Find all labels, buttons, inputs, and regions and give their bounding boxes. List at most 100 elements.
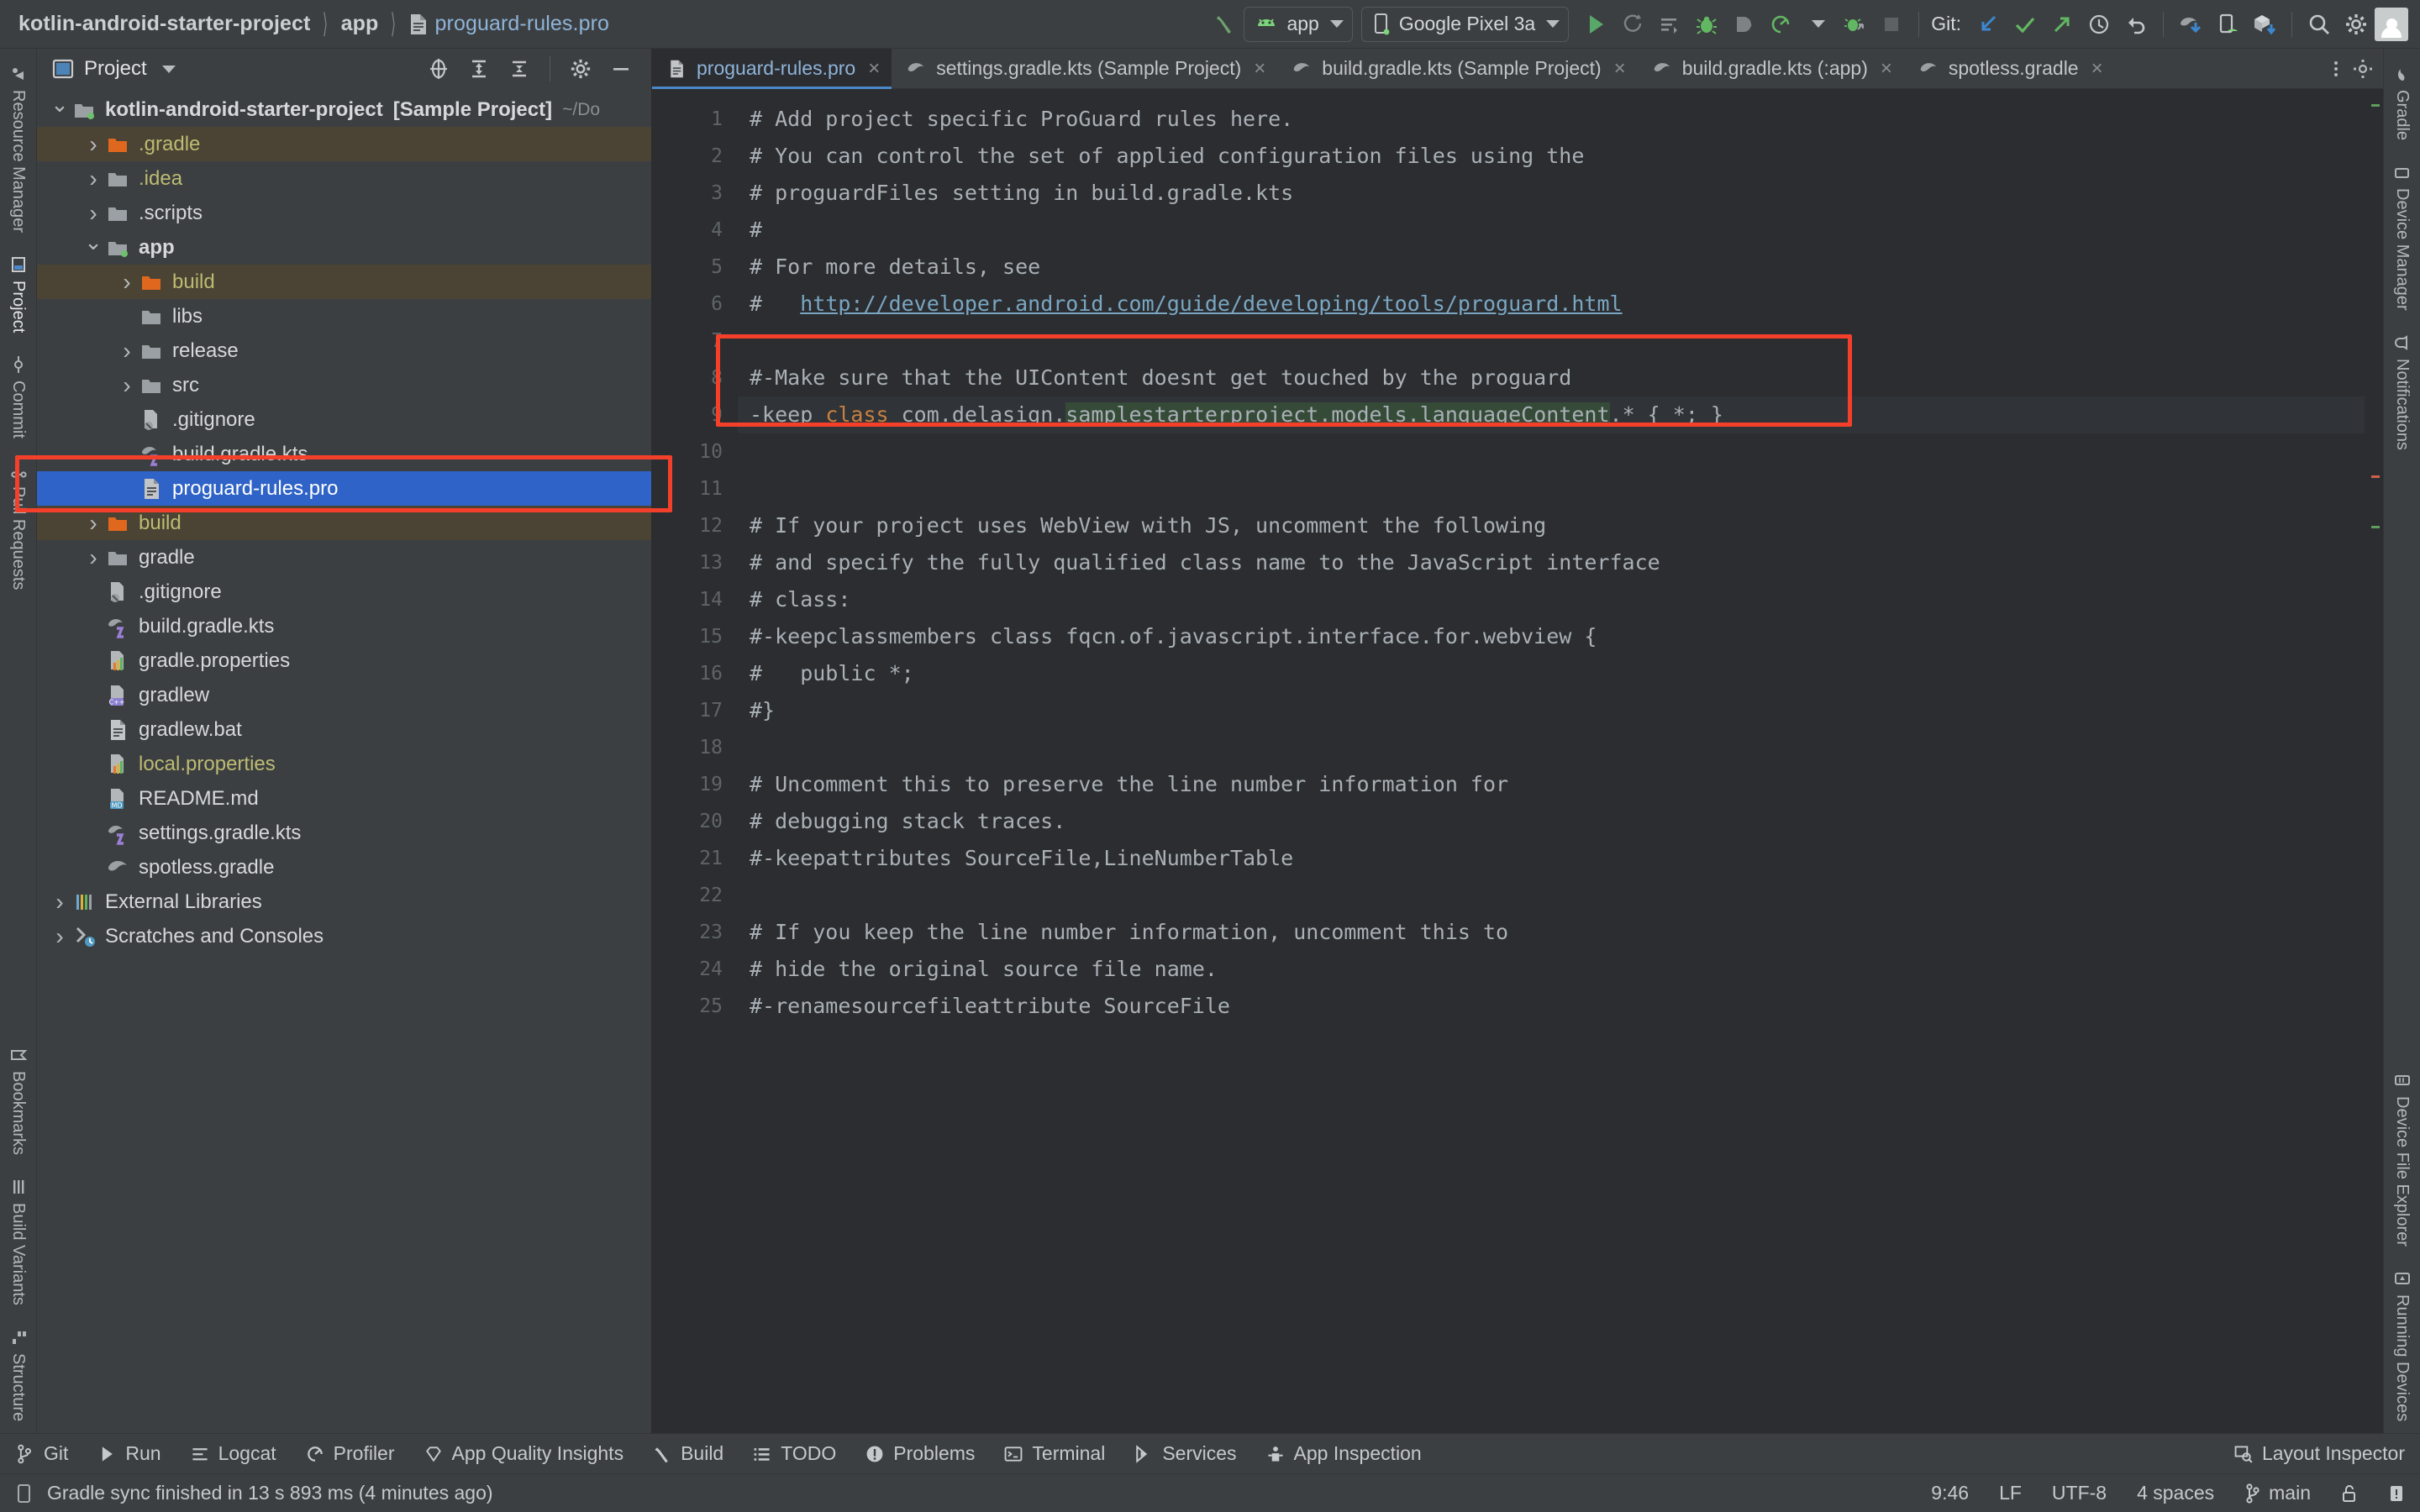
avatar-icon[interactable] — [2375, 7, 2408, 41]
tool-window-build[interactable]: Build — [652, 1442, 723, 1465]
gear-icon[interactable] — [2338, 6, 2375, 43]
code-line[interactable] — [738, 877, 2383, 914]
tree-item--gradle[interactable]: .gradle — [37, 127, 651, 161]
code-line[interactable]: # — [738, 212, 2383, 249]
code-line[interactable] — [738, 470, 2383, 507]
close-icon[interactable]: × — [2091, 57, 2103, 81]
code-line[interactable]: # and specify the fully qualified class … — [738, 544, 2383, 581]
sidebar-item-gradle[interactable]: Gradle — [2392, 54, 2412, 152]
tree-item--gitignore[interactable]: .gitignore — [37, 402, 651, 437]
tree-item-libs[interactable]: libs — [37, 299, 651, 333]
tree-item-release[interactable]: release — [37, 333, 651, 368]
tree-item-proguard-rules-pro[interactable]: proguard-rules.pro — [37, 471, 651, 506]
undo-icon[interactable] — [2118, 6, 2154, 43]
tool-window-todo[interactable]: TODO — [752, 1442, 836, 1465]
chevron-right-icon[interactable] — [82, 131, 104, 158]
tree-item-readme-md[interactable]: MD README.md — [37, 781, 651, 816]
code-content[interactable]: # Add project specific ProGuard rules he… — [738, 89, 2383, 1433]
chevron-down-icon[interactable] — [49, 97, 71, 123]
run-configuration-selector[interactable]: app — [1244, 6, 1353, 42]
status-line-separator[interactable]: LF — [1999, 1482, 2022, 1504]
tree-item-local-properties[interactable]: local.properties — [37, 747, 651, 781]
notification-alert-icon[interactable] — [2388, 1484, 2405, 1503]
editor-scrollbar[interactable] — [2365, 89, 2383, 1433]
code-viewport[interactable]: 1 2 3 4 5 6 7 8 9 10 11 12 13 14 15 16 17 18 19 20 21 22 23 24 2… — [652, 89, 2383, 1433]
tree-item-spotless-gradle[interactable]: spotless.gradle — [37, 850, 651, 885]
select-opened-file-icon[interactable] — [420, 50, 457, 87]
code-line[interactable]: # Uncomment this to preserve the line nu… — [738, 766, 2383, 803]
tree-item--gitignore[interactable]: .gitignore — [37, 575, 651, 609]
code-line[interactable]: # Add project specific ProGuard rules he… — [738, 101, 2383, 138]
code-line[interactable]: # public *; — [738, 655, 2383, 692]
code-line[interactable]: # For more details, see — [738, 249, 2383, 286]
debug-icon[interactable] — [1688, 6, 1725, 43]
code-line[interactable]: # http://developer.android.com/guide/dev… — [738, 286, 2383, 323]
device-selector[interactable]: Google Pixel 3a — [1360, 6, 1570, 42]
tool-window-problems[interactable]: Problems — [865, 1442, 975, 1465]
code-line[interactable]: #-keepattributes SourceFile,LineNumberTa… — [738, 840, 2383, 877]
apply-code-changes-icon[interactable] — [1651, 6, 1688, 43]
code-line[interactable]: #} — [738, 692, 2383, 729]
git-history-icon[interactable] — [2081, 6, 2118, 43]
tool-window-services[interactable]: Services — [1134, 1442, 1237, 1465]
tree-item-src[interactable]: src — [37, 368, 651, 402]
sidebar-item-running-devices[interactable]: Running Devices — [2392, 1258, 2412, 1433]
close-icon[interactable]: × — [1254, 57, 1265, 81]
code-line[interactable]: # If your project uses WebView with JS, … — [738, 507, 2383, 544]
code-line[interactable]: #-renamesourcefileattribute SourceFile — [738, 988, 2383, 1025]
tool-window-layout-inspector[interactable]: Layout Inspector — [2233, 1442, 2405, 1465]
run-icon[interactable] — [1577, 6, 1614, 43]
search-icon[interactable] — [2301, 6, 2338, 43]
status-branch[interactable]: main — [2244, 1482, 2311, 1504]
sidebar-item-project[interactable]: Project — [8, 244, 28, 344]
device-manager-icon[interactable] — [2209, 6, 2246, 43]
chevron-down-icon[interactable] — [82, 234, 104, 260]
chevron-right-icon[interactable] — [49, 889, 71, 916]
code-line[interactable] — [738, 729, 2383, 766]
tool-window-run[interactable]: Run — [97, 1442, 161, 1465]
tree-item-build[interactable]: build — [37, 506, 651, 540]
chevron-right-icon[interactable] — [116, 269, 138, 296]
tool-window-terminal[interactable]: Terminal — [1003, 1442, 1105, 1465]
project-tree[interactable]: kotlin-android-starter-project [Sample Pr… — [37, 89, 651, 1433]
code-line[interactable]: # hide the original source file name. — [738, 951, 2383, 988]
expand-all-icon[interactable] — [460, 50, 497, 87]
close-icon[interactable]: × — [1614, 57, 1626, 81]
code-line[interactable]: # debugging stack traces. — [738, 803, 2383, 840]
tab-build-gradle-kts-app-[interactable]: build.gradle.kts (:app) × — [1638, 49, 1904, 88]
git-commit-icon[interactable] — [2007, 6, 2044, 43]
editor-settings-icon[interactable] — [2353, 59, 2373, 79]
sidebar-item-structure[interactable]: Structure — [8, 1317, 28, 1433]
code-line[interactable]: # proguardFiles setting in build.gradle.… — [738, 175, 2383, 212]
tab-settings-gradle-kts-sample-project-[interactable]: settings.gradle.kts (Sample Project) × — [892, 49, 1277, 88]
gradle-sync-icon[interactable] — [2172, 6, 2209, 43]
tree-item-settings-gradle-kts[interactable]: settings.gradle.kts — [37, 816, 651, 850]
sidebar-item-pull-requests[interactable]: Pull Requests — [8, 450, 28, 601]
tool-window-app-inspection[interactable]: App Inspection — [1265, 1442, 1422, 1465]
close-icon[interactable]: × — [868, 57, 880, 81]
chevron-down-icon[interactable] — [1799, 6, 1836, 43]
tool-window-bar[interactable]: Git Run Logcat Profiler App Quality Insights… — [0, 1433, 2420, 1473]
code-line[interactable] — [738, 433, 2383, 470]
tree-item-app[interactable]: app — [37, 230, 651, 265]
code-line[interactable]: # You can control the set of applied con… — [738, 138, 2383, 175]
tool-window-logcat[interactable]: Logcat — [190, 1442, 276, 1465]
tree-item--idea[interactable]: .idea — [37, 161, 651, 196]
sidebar-item-bookmarks[interactable]: Bookmarks — [8, 1035, 28, 1167]
editor-tabs[interactable]: proguard-rules.pro × settings.gradle.kts (… — [652, 49, 2383, 89]
status-encoding[interactable]: UTF-8 — [2052, 1482, 2107, 1504]
tree-item-external-libraries[interactable]: External Libraries — [37, 885, 651, 919]
tree-item-gradlew-bat[interactable]: gradlew.bat — [37, 712, 651, 747]
more-options-icon[interactable] — [2326, 59, 2346, 79]
debug-with-coverage-icon[interactable] — [1836, 6, 1873, 43]
profiler-icon[interactable] — [1762, 6, 1799, 43]
tree-item--scripts[interactable]: .scripts — [37, 196, 651, 230]
tab-proguard-rules-pro[interactable]: proguard-rules.pro × — [652, 49, 892, 89]
status-indent[interactable]: 4 spaces — [2137, 1482, 2214, 1504]
sidebar-item-commit[interactable]: Commit — [8, 344, 28, 450]
apply-changes-restart-icon[interactable] — [1614, 6, 1651, 43]
code-line[interactable]: # class: — [738, 581, 2383, 618]
build-hammer-icon[interactable] — [1207, 6, 1244, 43]
chevron-right-icon[interactable] — [116, 372, 138, 399]
sdk-manager-icon[interactable] — [2246, 6, 2283, 43]
